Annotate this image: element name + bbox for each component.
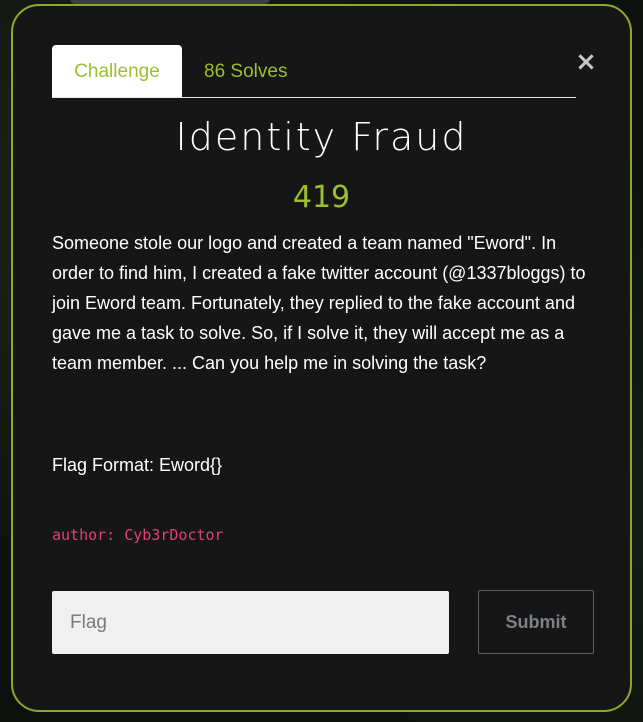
flag-format-text: Flag Format: Eword{} <box>52 455 223 475</box>
challenge-description: Someone stole our logo and created a tea… <box>52 233 586 373</box>
challenge-title: Identity Fraud <box>175 115 468 159</box>
tab-solves[interactable]: 86 Solves <box>204 45 287 97</box>
close-icon[interactable]: × <box>574 48 598 76</box>
flag-input[interactable] <box>52 591 449 654</box>
submit-button[interactable]: Submit <box>478 590 594 654</box>
challenge-tabs: Challenge 86 Solves <box>52 45 576 98</box>
challenge-points: 419 <box>292 180 351 215</box>
tab-challenge[interactable]: Challenge <box>52 45 182 97</box>
author-credit: author: Cyb3rDoctor <box>52 526 224 544</box>
